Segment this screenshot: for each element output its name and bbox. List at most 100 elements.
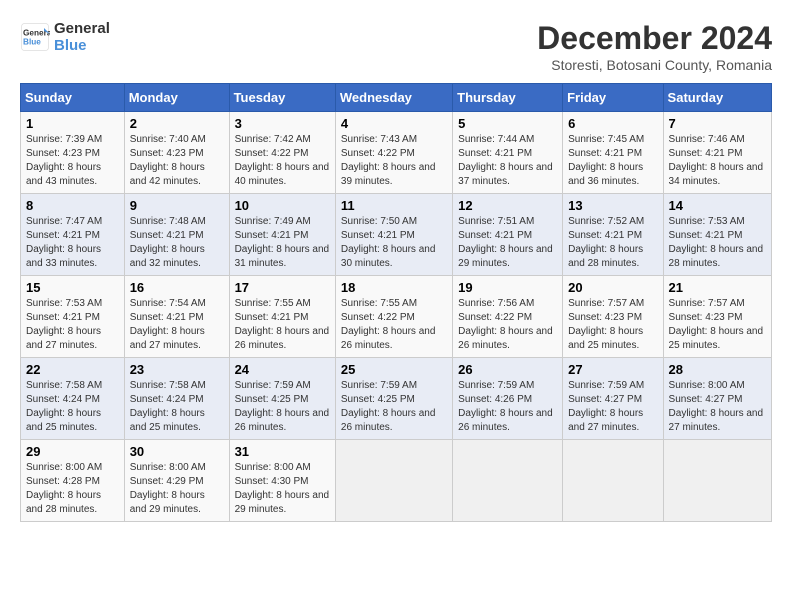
day-cell: 31 Sunrise: 8:00 AM Sunset: 4:30 PM Dayl… xyxy=(229,440,335,522)
day-info: Sunrise: 7:48 AM Sunset: 4:21 PM Dayligh… xyxy=(130,215,224,271)
day-cell: 19 Sunrise: 7:56 AM Sunset: 4:22 PM Dayl… xyxy=(453,276,563,358)
day-number: 22 xyxy=(26,362,119,377)
day-header-tuesday: Tuesday xyxy=(229,84,335,112)
day-number: 29 xyxy=(26,444,119,459)
day-info: Sunrise: 7:39 AM Sunset: 4:23 PM Dayligh… xyxy=(26,133,119,189)
day-number: 15 xyxy=(26,280,119,295)
day-cell: 20 Sunrise: 7:57 AM Sunset: 4:23 PM Dayl… xyxy=(563,276,663,358)
day-info: Sunrise: 7:51 AM Sunset: 4:21 PM Dayligh… xyxy=(458,215,557,271)
day-cell xyxy=(453,440,563,522)
day-header-friday: Friday xyxy=(563,84,663,112)
day-info: Sunrise: 7:54 AM Sunset: 4:21 PM Dayligh… xyxy=(130,297,224,353)
day-cell: 3 Sunrise: 7:42 AM Sunset: 4:22 PM Dayli… xyxy=(229,112,335,194)
day-cell: 24 Sunrise: 7:59 AM Sunset: 4:25 PM Dayl… xyxy=(229,358,335,440)
day-number: 1 xyxy=(26,116,119,131)
month-title: December 2024 xyxy=(537,20,772,57)
day-number: 24 xyxy=(235,362,330,377)
day-number: 21 xyxy=(669,280,766,295)
day-cell: 27 Sunrise: 7:59 AM Sunset: 4:27 PM Dayl… xyxy=(563,358,663,440)
day-info: Sunrise: 7:57 AM Sunset: 4:23 PM Dayligh… xyxy=(568,297,657,353)
day-info: Sunrise: 8:00 AM Sunset: 4:28 PM Dayligh… xyxy=(26,461,119,517)
day-cell: 22 Sunrise: 7:58 AM Sunset: 4:24 PM Dayl… xyxy=(21,358,125,440)
day-cell: 8 Sunrise: 7:47 AM Sunset: 4:21 PM Dayli… xyxy=(21,194,125,276)
day-info: Sunrise: 7:56 AM Sunset: 4:22 PM Dayligh… xyxy=(458,297,557,353)
day-info: Sunrise: 8:00 AM Sunset: 4:27 PM Dayligh… xyxy=(669,379,766,435)
day-cell: 7 Sunrise: 7:46 AM Sunset: 4:21 PM Dayli… xyxy=(663,112,771,194)
svg-text:General: General xyxy=(23,29,50,38)
day-info: Sunrise: 7:59 AM Sunset: 4:25 PM Dayligh… xyxy=(341,379,447,435)
day-number: 20 xyxy=(568,280,657,295)
week-row-5: 29 Sunrise: 8:00 AM Sunset: 4:28 PM Dayl… xyxy=(21,440,772,522)
day-info: Sunrise: 7:43 AM Sunset: 4:22 PM Dayligh… xyxy=(341,133,447,189)
location-subtitle: Storesti, Botosani County, Romania xyxy=(537,57,772,73)
day-number: 9 xyxy=(130,198,224,213)
day-number: 10 xyxy=(235,198,330,213)
day-info: Sunrise: 7:47 AM Sunset: 4:21 PM Dayligh… xyxy=(26,215,119,271)
week-row-1: 1 Sunrise: 7:39 AM Sunset: 4:23 PM Dayli… xyxy=(21,112,772,194)
day-number: 13 xyxy=(568,198,657,213)
day-number: 8 xyxy=(26,198,119,213)
week-row-4: 22 Sunrise: 7:58 AM Sunset: 4:24 PM Dayl… xyxy=(21,358,772,440)
day-number: 28 xyxy=(669,362,766,377)
day-cell: 15 Sunrise: 7:53 AM Sunset: 4:21 PM Dayl… xyxy=(21,276,125,358)
day-header-saturday: Saturday xyxy=(663,84,771,112)
day-number: 11 xyxy=(341,198,447,213)
day-cell: 1 Sunrise: 7:39 AM Sunset: 4:23 PM Dayli… xyxy=(21,112,125,194)
day-number: 25 xyxy=(341,362,447,377)
calendar-table: SundayMondayTuesdayWednesdayThursdayFrid… xyxy=(20,83,772,522)
day-number: 12 xyxy=(458,198,557,213)
day-info: Sunrise: 7:53 AM Sunset: 4:21 PM Dayligh… xyxy=(669,215,766,271)
day-cell xyxy=(335,440,452,522)
day-info: Sunrise: 7:55 AM Sunset: 4:21 PM Dayligh… xyxy=(235,297,330,353)
day-cell: 12 Sunrise: 7:51 AM Sunset: 4:21 PM Dayl… xyxy=(453,194,563,276)
day-cell: 17 Sunrise: 7:55 AM Sunset: 4:21 PM Dayl… xyxy=(229,276,335,358)
week-row-2: 8 Sunrise: 7:47 AM Sunset: 4:21 PM Dayli… xyxy=(21,194,772,276)
day-info: Sunrise: 7:44 AM Sunset: 4:21 PM Dayligh… xyxy=(458,133,557,189)
day-cell: 23 Sunrise: 7:58 AM Sunset: 4:24 PM Dayl… xyxy=(124,358,229,440)
day-info: Sunrise: 7:55 AM Sunset: 4:22 PM Dayligh… xyxy=(341,297,447,353)
day-cell: 26 Sunrise: 7:59 AM Sunset: 4:26 PM Dayl… xyxy=(453,358,563,440)
day-number: 4 xyxy=(341,116,447,131)
day-cell: 30 Sunrise: 8:00 AM Sunset: 4:29 PM Dayl… xyxy=(124,440,229,522)
day-cell: 16 Sunrise: 7:54 AM Sunset: 4:21 PM Dayl… xyxy=(124,276,229,358)
day-number: 6 xyxy=(568,116,657,131)
day-number: 27 xyxy=(568,362,657,377)
day-header-thursday: Thursday xyxy=(453,84,563,112)
day-cell: 18 Sunrise: 7:55 AM Sunset: 4:22 PM Dayl… xyxy=(335,276,452,358)
day-number: 23 xyxy=(130,362,224,377)
day-info: Sunrise: 7:53 AM Sunset: 4:21 PM Dayligh… xyxy=(26,297,119,353)
day-info: Sunrise: 7:50 AM Sunset: 4:21 PM Dayligh… xyxy=(341,215,447,271)
day-cell: 6 Sunrise: 7:45 AM Sunset: 4:21 PM Dayli… xyxy=(563,112,663,194)
day-cell: 9 Sunrise: 7:48 AM Sunset: 4:21 PM Dayli… xyxy=(124,194,229,276)
day-cell: 28 Sunrise: 8:00 AM Sunset: 4:27 PM Dayl… xyxy=(663,358,771,440)
day-cell: 5 Sunrise: 7:44 AM Sunset: 4:21 PM Dayli… xyxy=(453,112,563,194)
day-info: Sunrise: 7:49 AM Sunset: 4:21 PM Dayligh… xyxy=(235,215,330,271)
day-number: 17 xyxy=(235,280,330,295)
day-info: Sunrise: 7:58 AM Sunset: 4:24 PM Dayligh… xyxy=(130,379,224,435)
day-header-monday: Monday xyxy=(124,84,229,112)
day-info: Sunrise: 7:59 AM Sunset: 4:25 PM Dayligh… xyxy=(235,379,330,435)
day-cell: 25 Sunrise: 7:59 AM Sunset: 4:25 PM Dayl… xyxy=(335,358,452,440)
day-cell xyxy=(663,440,771,522)
day-info: Sunrise: 8:00 AM Sunset: 4:29 PM Dayligh… xyxy=(130,461,224,517)
day-number: 16 xyxy=(130,280,224,295)
day-info: Sunrise: 7:58 AM Sunset: 4:24 PM Dayligh… xyxy=(26,379,119,435)
day-number: 14 xyxy=(669,198,766,213)
title-section: December 2024 Storesti, Botosani County,… xyxy=(537,20,772,73)
day-cell xyxy=(563,440,663,522)
day-cell: 10 Sunrise: 7:49 AM Sunset: 4:21 PM Dayl… xyxy=(229,194,335,276)
day-cell: 29 Sunrise: 8:00 AM Sunset: 4:28 PM Dayl… xyxy=(21,440,125,522)
day-info: Sunrise: 7:59 AM Sunset: 4:26 PM Dayligh… xyxy=(458,379,557,435)
day-number: 30 xyxy=(130,444,224,459)
day-cell: 2 Sunrise: 7:40 AM Sunset: 4:23 PM Dayli… xyxy=(124,112,229,194)
day-number: 3 xyxy=(235,116,330,131)
day-info: Sunrise: 7:52 AM Sunset: 4:21 PM Dayligh… xyxy=(568,215,657,271)
day-number: 18 xyxy=(341,280,447,295)
svg-text:Blue: Blue xyxy=(23,38,41,47)
day-number: 31 xyxy=(235,444,330,459)
day-cell: 11 Sunrise: 7:50 AM Sunset: 4:21 PM Dayl… xyxy=(335,194,452,276)
day-cell: 21 Sunrise: 7:57 AM Sunset: 4:23 PM Dayl… xyxy=(663,276,771,358)
day-info: Sunrise: 7:46 AM Sunset: 4:21 PM Dayligh… xyxy=(669,133,766,189)
day-number: 7 xyxy=(669,116,766,131)
day-number: 19 xyxy=(458,280,557,295)
